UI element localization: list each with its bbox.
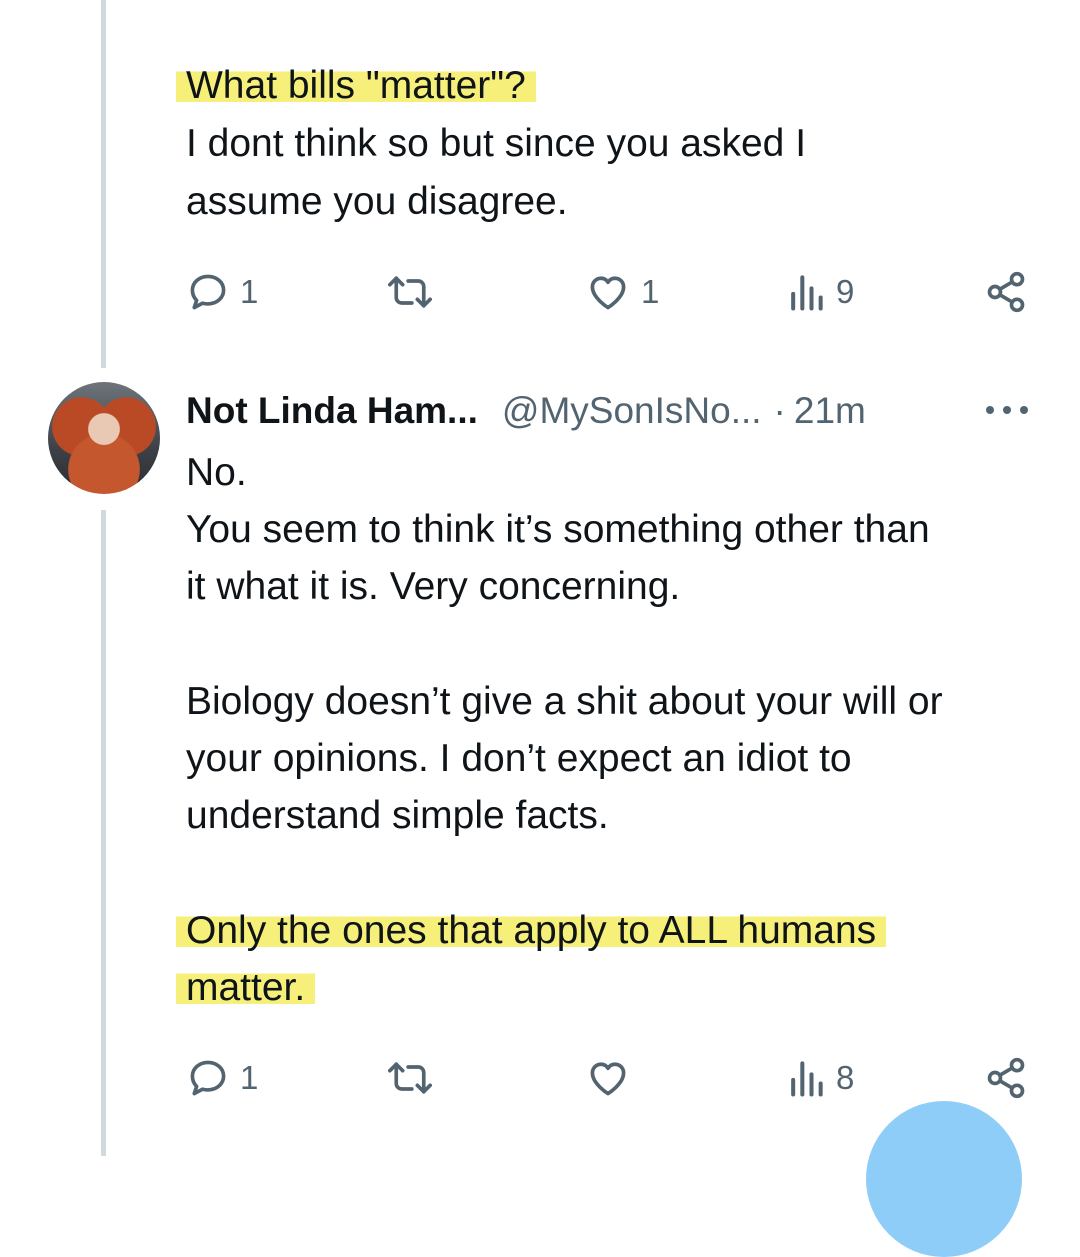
reply-count: 1	[240, 273, 259, 310]
tweet-2-header: Not Linda Ham... @MySonIsNo... · 21m	[186, 386, 866, 436]
share-button[interactable]	[984, 1053, 1028, 1103]
repost-icon	[388, 1062, 432, 1094]
like-icon	[590, 1062, 626, 1096]
repost-icon	[388, 276, 432, 308]
views-count: 9	[836, 273, 855, 310]
thread-line-top	[101, 0, 106, 368]
share-icon	[987, 271, 1025, 313]
reply-button[interactable]: 1	[186, 267, 258, 317]
highlighted-text: Only the ones that apply to ALL humans	[176, 909, 887, 952]
tweet-2-line-8: matter.	[176, 959, 316, 1017]
tweet-1-line-3: assume you disagree.	[186, 180, 568, 223]
tweet-2-line-6: understand simple facts.	[186, 794, 609, 837]
author-handle[interactable]: @MySonIsNo...	[502, 390, 762, 432]
separator-dot: ·	[773, 390, 786, 431]
views-count: 8	[836, 1059, 855, 1096]
like-button[interactable]	[585, 1053, 641, 1103]
share-button[interactable]	[984, 267, 1028, 317]
tweet-1-action-bar: 1 1 9	[186, 267, 1036, 317]
more-icon[interactable]	[986, 398, 1028, 422]
timestamp[interactable]: 21m	[794, 390, 866, 432]
reply-count: 1	[240, 1059, 259, 1096]
author-name[interactable]: Not Linda Ham...	[186, 390, 478, 432]
tweet-1-line-1: What bills "matter"?	[176, 57, 536, 115]
like-icon	[590, 276, 626, 310]
views-icon	[791, 275, 823, 311]
tweet-1-line-2: I dont think so but since you asked I	[186, 122, 807, 165]
tweet-2-line-2: You seem to think it’s something other t…	[186, 508, 930, 551]
tweet-2-line-7: Only the ones that apply to ALL humans	[176, 902, 887, 960]
tweet-2-line-5: your opinions. I don’t expect an idiot t…	[186, 737, 852, 780]
like-count: 1	[641, 273, 660, 310]
highlighted-text: matter.	[176, 966, 316, 1009]
tweet-2-action-bar: 1 8	[186, 1053, 1036, 1103]
views-button[interactable]: 9	[786, 267, 854, 317]
compose-fab-button[interactable]	[866, 1101, 1022, 1257]
reply-icon	[190, 1060, 226, 1096]
repost-button[interactable]	[384, 267, 446, 317]
like-button[interactable]: 1	[585, 267, 659, 317]
views-button[interactable]: 8	[786, 1053, 854, 1103]
share-icon	[987, 1057, 1025, 1099]
thread-line-bottom	[101, 510, 106, 1156]
repost-button[interactable]	[384, 1053, 446, 1103]
tweet-2-line-3: it what it is. Very concerning.	[186, 565, 681, 608]
tweet-2-line-1: No.	[186, 451, 247, 494]
views-icon	[791, 1061, 823, 1097]
avatar[interactable]	[48, 382, 160, 494]
reply-icon	[190, 274, 226, 310]
tweet-2-line-4: Biology doesn’t give a shit about your w…	[186, 680, 943, 723]
reply-button[interactable]: 1	[186, 1053, 258, 1103]
highlighted-text: What bills "matter"?	[176, 64, 536, 107]
